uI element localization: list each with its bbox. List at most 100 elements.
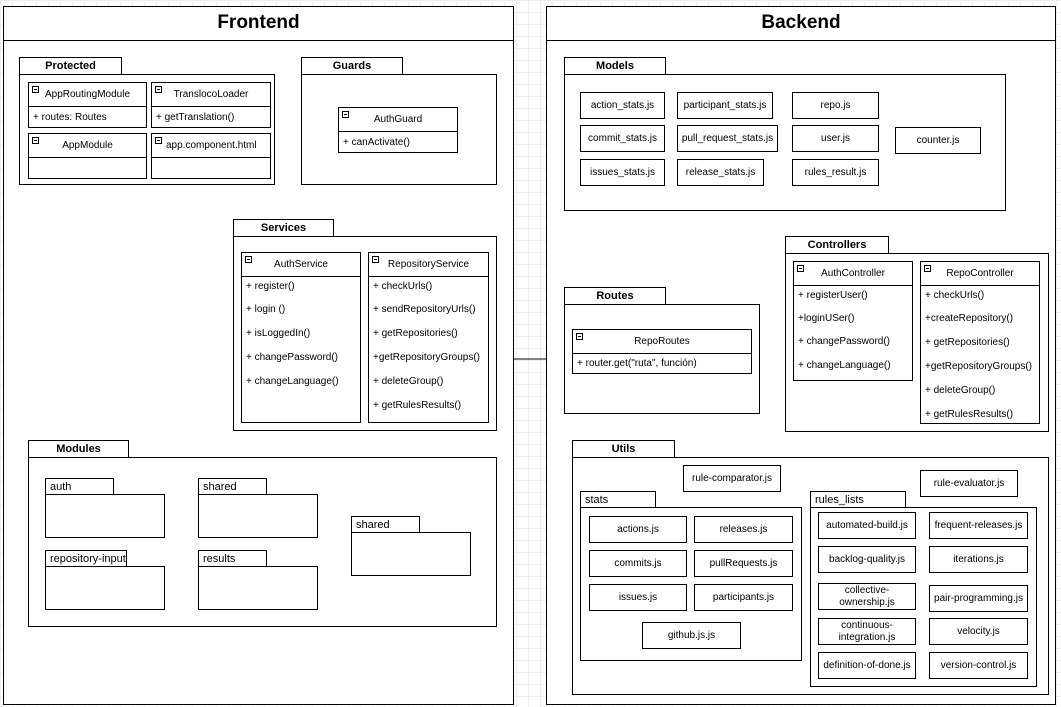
rules-file-pair-programming: pair-programming.js [929,585,1028,612]
models-tab: Models [564,57,666,75]
member-can-activate: + canActivate() [343,137,410,148]
auth-service-class: AuthService + register() + login () + is… [241,252,361,423]
auth-controller-members: + registerUser() +loginUSer() + changePa… [794,286,912,380]
app-routing-module-header: AppRoutingModule [29,83,146,107]
repo-routes-header: RepoRoutes [573,330,751,354]
member-get-repository-groups: +getRepositoryGroups() [373,352,480,363]
app-component-class: app.component.html [151,133,271,179]
collapse-icon [155,86,162,93]
repository-service-class: RepositoryService + checkUrls() + sendRe… [368,252,489,423]
member-check-urls: + checkUrls() [925,290,985,301]
app-routing-module-class: AppRoutingModule + routes: Routes [28,82,147,128]
services-tab: Services [233,219,334,237]
auth-controller-class: AuthController + registerUser() +loginUS… [793,261,913,381]
model-file-rules-result: rules_result.js [792,159,879,186]
transloco-loader-header: TranslocoLoader [152,83,270,107]
collapse-icon [155,137,162,144]
stats-file-participants: participants.js [694,584,793,611]
stats-file-releases: releases.js [694,516,793,543]
member-is-logged-in: + isLoggedIn() [246,328,311,339]
repo-routes-name: RepoRoutes [634,336,690,347]
app-module-name: AppModule [62,140,113,151]
collapse-icon [372,256,379,263]
repository-service-name: RepositoryService [387,259,470,270]
stats-tab: stats [580,491,656,508]
collapse-icon [797,265,804,272]
module-results-tab: results [198,550,267,567]
member-create-repository: +createRepository() [925,313,1014,324]
model-file-release-stats: release_stats.js [677,159,764,186]
stats-file-actions: actions.js [589,516,687,543]
transloco-loader-class: TranslocoLoader + getTranslation() [151,82,271,128]
rules-file-automated-build: automated-build.js [818,512,916,539]
model-file-commit-stats: commit_stats.js [580,125,665,152]
member-check-urls: + checkUrls() [373,281,433,292]
rules-file-backlog-quality: backlog-quality.js [818,546,916,573]
member-change-password: + changePassword() [798,336,890,347]
repository-service-header: RepositoryService [369,253,488,277]
auth-controller-header: AuthController [794,262,912,286]
collapse-icon [245,256,252,263]
member-login-user: +loginUSer() [798,313,855,324]
rules-file-velocity: velocity.js [929,618,1028,645]
member-delete-group: + deleteGroup() [373,376,444,387]
member-get-translation: + getTranslation() [156,112,235,123]
member-change-language: + changeLanguage() [798,360,891,371]
module-repository-input [45,566,165,610]
model-file-action-stats: action_stats.js [580,92,665,119]
app-component-name: app.component.html [166,140,257,151]
app-routing-module-name: AppRoutingModule [44,89,131,100]
rules-file-version-control: version-control.js [929,652,1028,679]
repo-controller-class: RepoController + checkUrls() +createRepo… [920,261,1040,424]
repo-controller-name: RepoController [946,268,1014,279]
module-auth-tab: auth [45,478,114,495]
repo-controller-header: RepoController [921,262,1039,286]
auth-service-name: AuthService [274,259,328,270]
auth-service-members: + register() + login () + isLoggedIn() +… [242,277,360,422]
stats-file-issues: issues.js [589,584,687,611]
protected-tab: Protected [19,57,122,75]
app-module-header: AppModule [29,134,146,158]
app-routing-module-members: + routes: Routes [29,107,146,129]
module-repository-input-tab: repository-input [45,550,127,567]
rules-file-collective-ownership: collective-ownership.js [818,583,916,610]
collapse-icon [924,265,931,272]
member-get-repository-groups: +getRepositoryGroups() [925,361,1032,372]
repo-controller-members: + checkUrls() +createRepository() + getR… [921,286,1039,423]
model-file-issues-stats: issues_stats.js [580,159,665,186]
member-get-repositories: + getRepositories() [925,337,1010,348]
rules-file-iterations: iterations.js [929,546,1028,573]
controllers-tab: Controllers [785,236,889,254]
auth-guard-members: + canActivate() [339,132,457,154]
app-component-header: app.component.html [152,134,270,158]
transloco-loader-members: + getTranslation() [152,107,270,129]
model-file-participant-stats: participant_stats.js [677,92,773,119]
module-shared-2-tab: shared [351,516,420,533]
guards-tab: Guards [301,57,403,75]
transloco-loader-name: TranslocoLoader [173,89,249,100]
member-delete-group: + deleteGroup() [925,385,996,396]
routes-tab: Routes [564,287,666,305]
stats-file-commits: commits.js [589,550,687,577]
backend-title: Backend [761,12,841,33]
rules-file-continuous-integration: continuous-integration.js [818,618,916,645]
auth-controller-name: AuthController [821,268,885,279]
member-register: + register() [246,281,295,292]
collapse-icon [32,137,39,144]
utils-tab: Utils [572,440,675,458]
member-get-repositories: + getRepositories() [373,328,458,339]
auth-guard-name: AuthGuard [373,114,423,125]
collapse-icon [576,333,583,340]
collapse-icon [32,86,39,93]
rules-lists-tab: rules_lists [810,491,906,508]
app-module-class: AppModule [28,133,147,179]
member-send-repository-urls: + sendRepositoryUrls() [373,304,476,315]
module-shared [198,494,318,538]
member-login: + login () [246,304,286,315]
auth-service-header: AuthService [242,253,360,277]
model-file-pull-request-stats: pull_request_stats.js [677,125,778,152]
repository-service-members: + checkUrls() + sendRepositoryUrls() + g… [369,277,488,422]
member-get-rules-results: + getRulesResults() [925,409,1014,420]
member-register-user: + registerUser() [798,290,868,301]
auth-guard-class: AuthGuard + canActivate() [338,107,458,153]
